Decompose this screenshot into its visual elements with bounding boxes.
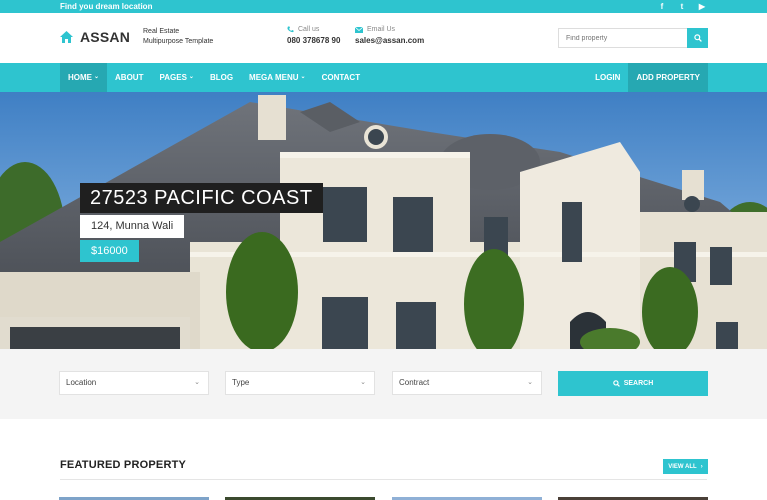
- logo[interactable]: ASSAN: [60, 29, 130, 45]
- search-button-label: SEARCH: [623, 380, 654, 387]
- nav-item-home[interactable]: HOME ⌄: [60, 63, 108, 92]
- social-links: f t ▶: [657, 1, 707, 12]
- email-contact: Email Us sales@assan.com: [355, 26, 424, 45]
- chevron-right-icon: ›: [700, 463, 703, 470]
- featured-section: FEATURED PROPERTY VIEW ALL ›: [0, 419, 767, 500]
- property-search: [558, 28, 708, 48]
- chevron-down-icon: ⌄: [188, 74, 194, 80]
- subtitle-line: Multipurpose Template: [143, 38, 214, 45]
- nav-label: BLOG: [209, 73, 234, 82]
- email-address[interactable]: sales@assan.com: [355, 36, 424, 45]
- hero-address: 124, Munna Wali: [80, 215, 185, 238]
- facebook-icon[interactable]: f: [657, 1, 667, 12]
- add-property-button[interactable]: ADD PROPERTY: [628, 63, 708, 92]
- contract-select[interactable]: Contract ⌄: [392, 371, 542, 395]
- phone-label: Call us: [298, 26, 320, 33]
- hero-slider[interactable]: 27523 PACIFIC COAST 124, Munna Wali $160…: [0, 92, 767, 349]
- brand-subtitle: Real Estate Multipurpose Template: [143, 27, 213, 47]
- type-select-value: Type: [232, 378, 250, 387]
- contract-select-value: Contract: [399, 378, 430, 387]
- nav-item-mega-menu[interactable]: MEGA MENU ⌄: [241, 63, 314, 92]
- top-strip: Find you dream location f t ▶: [0, 0, 767, 13]
- nav-label: MEGA MENU: [249, 73, 299, 82]
- home-icon: [60, 31, 73, 43]
- view-all-label: VIEW ALL: [668, 463, 697, 470]
- search-icon: [612, 380, 620, 387]
- chevron-down-icon: ⌄: [527, 379, 533, 386]
- envelope-icon: [355, 26, 363, 33]
- nav-label: CONTACT: [321, 73, 361, 82]
- nav-label: PAGES: [159, 73, 187, 82]
- nav-item-about[interactable]: ABOUT: [107, 63, 151, 92]
- view-all-button[interactable]: VIEW ALL ›: [663, 459, 708, 474]
- filter-search-button[interactable]: SEARCH: [558, 371, 708, 396]
- chevron-down-icon: ⌄: [194, 379, 200, 386]
- search-filters: Location ⌄ Type ⌄ Contract ⌄ SEARCH: [0, 349, 767, 419]
- nav-item-contact[interactable]: CONTACT: [314, 63, 369, 92]
- brand-name: ASSAN: [80, 29, 131, 45]
- phone-contact: Call us 080 378678 90: [287, 26, 340, 45]
- nav-item-pages[interactable]: PAGES ⌄: [151, 63, 201, 92]
- header: ASSAN Real Estate Multipurpose Template …: [0, 13, 767, 63]
- type-select[interactable]: Type ⌄: [225, 371, 375, 395]
- section-title: FEATURED PROPERTY: [60, 459, 187, 471]
- chevron-down-icon: ⌄: [360, 379, 366, 386]
- hero-price: $16000: [80, 240, 139, 262]
- location-select[interactable]: Location ⌄: [59, 371, 209, 395]
- youtube-icon[interactable]: ▶: [697, 1, 707, 12]
- nav-label: HOME: [68, 73, 92, 82]
- search-input[interactable]: [558, 28, 688, 48]
- divider: [60, 479, 707, 480]
- nav-label: ABOUT: [115, 73, 144, 82]
- search-button[interactable]: [687, 28, 708, 48]
- phone-icon: [287, 26, 294, 33]
- subtitle-line: Real Estate: [143, 28, 180, 35]
- location-select-value: Location: [66, 378, 97, 387]
- email-label: Email Us: [367, 26, 396, 33]
- search-icon: [693, 34, 702, 42]
- twitter-icon[interactable]: t: [677, 1, 687, 12]
- login-link[interactable]: LOGIN: [587, 63, 628, 92]
- hero-title: 27523 PACIFIC COAST: [80, 183, 323, 213]
- tagline: Find you dream location: [60, 2, 153, 11]
- chevron-down-icon: ⌄: [300, 74, 306, 80]
- chevron-down-icon: ⌄: [94, 74, 100, 80]
- nav-item-blog[interactable]: BLOG: [202, 63, 241, 92]
- phone-number[interactable]: 080 378678 90: [287, 36, 340, 45]
- main-nav: HOME ⌄ ABOUT PAGES ⌄ BLOG MEGA MENU ⌄ CONTA…: [0, 63, 767, 95]
